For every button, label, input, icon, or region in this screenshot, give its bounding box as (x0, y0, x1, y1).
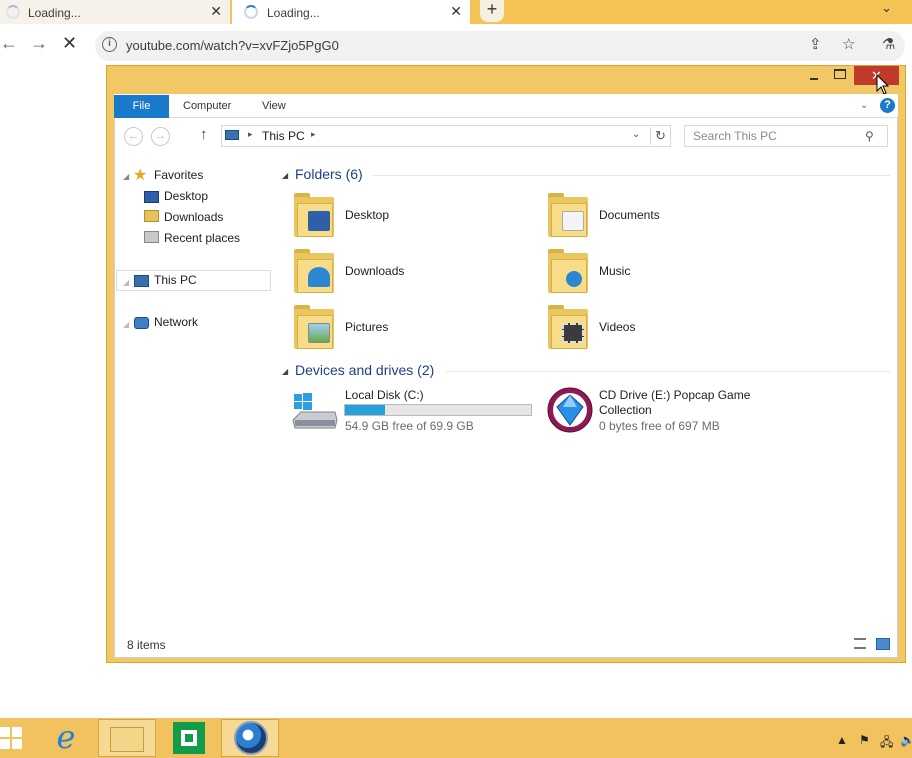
nav-downloads[interactable]: Downloads (164, 210, 223, 224)
ribbon-expand-icon[interactable]: ⌄ (860, 100, 868, 111)
breadcrumb-separator-icon[interactable]: ▸ (248, 129, 253, 140)
game-app-icon (234, 721, 268, 755)
this-pc-icon (134, 275, 149, 287)
desktop-icon (144, 191, 159, 203)
group-divider (446, 371, 890, 372)
favorites-star-icon: ★ (133, 167, 148, 184)
maximize-button[interactable] (834, 69, 846, 79)
search-placeholder: Search This PC (693, 129, 777, 143)
nav-this-pc[interactable]: This PC (154, 273, 197, 287)
network-icon (134, 317, 149, 329)
folder-pictures-label[interactable]: Pictures (345, 320, 388, 334)
recent-places-icon (144, 231, 159, 243)
forward-icon[interactable]: → (30, 33, 48, 54)
store-bag-icon (181, 730, 197, 746)
drive-e-name-line1[interactable]: CD Drive (E:) Popcap Game (599, 388, 750, 402)
share-icon[interactable]: ⇪ (809, 35, 822, 53)
browser-tab[interactable]: Loading... ✕ (0, 0, 230, 24)
nav-network[interactable]: Network (154, 315, 198, 329)
folder-desktop-label[interactable]: Desktop (345, 208, 389, 222)
videos-folder-icon[interactable] (548, 305, 592, 349)
url-text[interactable]: youtube.com/watch?v=xvFZjo5PgG0 (126, 38, 339, 53)
minimize-button[interactable] (809, 72, 821, 82)
new-tab-button[interactable]: + (480, 0, 504, 22)
network-tray-icon[interactable]: 🖧 (880, 733, 893, 754)
ribbon-tab-file[interactable]: File (114, 95, 169, 118)
start-windows-icon[interactable] (0, 727, 22, 749)
file-explorer-icon (110, 727, 144, 752)
drive-e-free-space: 0 bytes free of 697 MB (599, 419, 720, 433)
nav-favorites[interactable]: Favorites (154, 168, 203, 182)
drive-c-capacity-bar (344, 404, 532, 416)
folder-downloads-label[interactable]: Downloads (345, 264, 404, 278)
downloads-folder-icon (144, 210, 159, 222)
downloads-folder-icon[interactable] (294, 249, 338, 293)
folders-group-header[interactable]: Folders (6) (295, 166, 363, 182)
volume-icon[interactable]: 🔈 (900, 733, 912, 747)
tab-title: Loading... (267, 6, 320, 20)
nav-desktop[interactable]: Desktop (164, 189, 208, 203)
stop-loading-icon[interactable]: ✕ (62, 33, 77, 54)
show-hidden-icons-icon[interactable]: ▲ (836, 733, 848, 747)
devices-collapse-icon[interactable]: ◢ (282, 367, 288, 376)
breadcrumb-separator-icon[interactable]: ▸ (311, 129, 316, 140)
folders-collapse-icon[interactable]: ◢ (282, 171, 288, 180)
nav-forward-icon[interactable]: → (151, 127, 170, 146)
search-icon[interactable]: ⚲ (865, 129, 874, 143)
up-one-level-icon[interactable]: ↑ (200, 126, 208, 143)
address-dropdown-icon[interactable]: ⌄ (632, 129, 640, 140)
this-pc-expander-icon[interactable]: ◢ (123, 278, 129, 287)
refresh-icon[interactable]: ↻ (650, 127, 670, 145)
favorites-expander-icon[interactable]: ◢ (123, 172, 129, 181)
details-view-icon[interactable] (854, 638, 866, 649)
nav-recent-places[interactable]: Recent places (164, 231, 240, 245)
browser-tab-active[interactable]: Loading... ✕ (232, 0, 470, 24)
ribbon-tab-computer[interactable]: Computer (183, 100, 231, 112)
tab-title: Loading... (28, 6, 81, 20)
tab-close-icon[interactable]: ✕ (450, 3, 462, 20)
nav-back-icon[interactable]: ← (124, 127, 143, 146)
site-info-icon[interactable]: i (102, 37, 117, 52)
folder-music-label[interactable]: Music (599, 264, 630, 278)
folder-videos-label[interactable]: Videos (599, 320, 635, 334)
breadcrumb-this-pc[interactable]: This PC (262, 129, 305, 143)
tab-close-icon[interactable]: ✕ (210, 3, 222, 20)
action-center-flag-icon[interactable]: ⚑ (859, 733, 870, 747)
drive-c-name[interactable]: Local Disk (C:) (345, 388, 424, 402)
ribbon-tab-view[interactable]: View (262, 100, 286, 112)
explorer-content-area (114, 94, 898, 658)
folder-documents-label[interactable]: Documents (599, 208, 660, 222)
local-disk-drive-icon[interactable] (291, 392, 339, 432)
drive-c-free-space: 54.9 GB free of 69.9 GB (345, 419, 474, 433)
network-expander-icon[interactable]: ◢ (123, 320, 129, 329)
ribbon (114, 94, 898, 118)
desktop-folder-icon[interactable] (294, 193, 338, 237)
loading-spinner-icon (6, 5, 20, 19)
loading-spinner-icon (244, 5, 258, 19)
music-folder-icon[interactable] (548, 249, 592, 293)
status-item-count: 8 items (127, 638, 166, 652)
large-icons-view-icon[interactable] (876, 638, 890, 650)
bookmark-star-icon[interactable]: ☆ (842, 35, 855, 53)
documents-folder-icon[interactable] (548, 193, 592, 237)
tab-search-icon[interactable]: ⌄ (881, 0, 892, 16)
devices-group-header[interactable]: Devices and drives (2) (295, 362, 434, 378)
cd-drive-game-icon[interactable] (547, 387, 593, 433)
pictures-folder-icon[interactable] (294, 305, 338, 349)
back-icon[interactable]: ← (0, 33, 18, 54)
drive-e-name-line2[interactable]: Collection (599, 403, 652, 417)
internet-explorer-icon[interactable]: e (50, 721, 82, 754)
this-pc-small-icon (225, 130, 239, 140)
extension-icon[interactable]: ⚗ (882, 35, 895, 53)
drive-c-capacity-fill (345, 405, 385, 415)
group-divider (372, 175, 890, 176)
help-icon[interactable]: ? (880, 98, 895, 113)
mouse-cursor-icon (876, 74, 890, 95)
